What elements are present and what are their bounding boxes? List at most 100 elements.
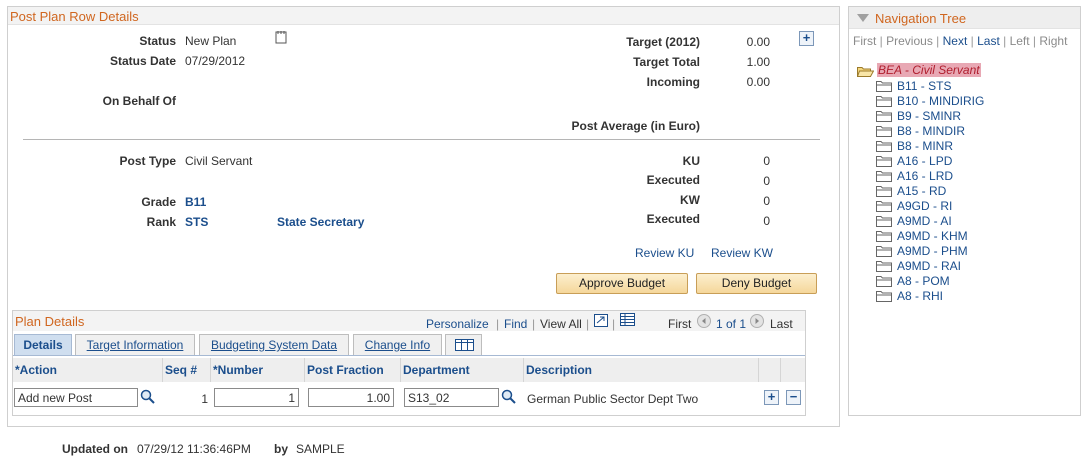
column-header-post-fraction[interactable]: Post Fraction (305, 358, 401, 382)
action-input[interactable] (14, 388, 138, 407)
search-icon[interactable] (140, 389, 156, 405)
tree-first-link[interactable]: First (853, 34, 876, 48)
status-date-value: 07/29/2012 (185, 54, 246, 68)
number-input[interactable] (214, 388, 299, 407)
tree-last-link[interactable]: Last (977, 34, 1000, 48)
grade-label: Grade (141, 195, 176, 209)
navigation-tree-header[interactable]: Navigation Tree (849, 7, 1080, 29)
kw-value: 0 (763, 194, 770, 208)
plan-details-title: Plan Details (15, 314, 85, 329)
status-date-label: Status Date (109, 54, 176, 68)
status-label: Status (139, 34, 176, 48)
target-value: 0.00 (746, 35, 770, 49)
folder-icon (876, 231, 892, 242)
post-fraction-input[interactable] (308, 388, 394, 407)
folder-icon (876, 141, 892, 152)
tab-show-all-columns[interactable] (445, 334, 482, 355)
tree-previous-link[interactable]: Previous (886, 34, 933, 48)
incoming-label: Incoming (646, 75, 700, 89)
rank-description-link[interactable]: State Secretary (277, 215, 364, 229)
triangle-down-icon[interactable] (857, 13, 869, 23)
on-behalf-of-label: On Behalf Of (102, 94, 176, 108)
add-row-button[interactable]: + (764, 390, 779, 405)
folder-icon (876, 126, 892, 137)
review-ku-link[interactable]: Review KU (635, 246, 694, 260)
tree-right-link[interactable]: Right (1039, 34, 1067, 48)
chevron-left-icon[interactable] (697, 314, 711, 328)
page-range: 1 of 1 (716, 317, 747, 331)
column-header-description[interactable]: Description (524, 358, 759, 382)
status-value: New Plan (185, 34, 237, 48)
post-type-label: Post Type (119, 154, 176, 168)
ku-executed-label: Executed (646, 173, 700, 187)
tab-target-information[interactable]: Target Information (75, 334, 195, 355)
view-all-link[interactable]: View All (540, 317, 582, 331)
tab-details[interactable]: Details (14, 334, 72, 355)
chevron-right-icon[interactable] (750, 314, 764, 328)
updated-on-value: 07/29/12 11:36:46PM (137, 442, 251, 456)
notepad-icon[interactable] (275, 30, 287, 44)
separator: | (586, 317, 590, 331)
separator: | (496, 317, 500, 331)
rank-link[interactable]: STS (185, 215, 208, 229)
updated-by-label: by (273, 442, 288, 456)
post-type-value: Civil Servant (185, 154, 253, 168)
ku-executed-value: 0 (763, 174, 770, 188)
plan-details-header: Plan Details Personalize | Find | View A… (13, 311, 805, 331)
column-header-number[interactable]: *Number (211, 358, 305, 382)
folder-icon (876, 216, 892, 227)
tree-next-link[interactable]: Next (943, 34, 968, 48)
navigation-tree-panel: Navigation Tree First | Previous | Next … (848, 6, 1081, 416)
approve-budget-button[interactable]: Approve Budget (556, 273, 688, 294)
minus-icon: − (789, 389, 798, 404)
separator: | (612, 317, 616, 331)
review-kw-link[interactable]: Review KW (711, 246, 773, 260)
tab-change-info[interactable]: Change Info (353, 334, 442, 355)
folder-icon (876, 261, 892, 272)
add-target-button[interactable]: + (799, 31, 814, 46)
seq-value: 1 (201, 392, 208, 406)
kw-executed-value: 0 (763, 214, 770, 228)
department-input[interactable] (404, 388, 499, 407)
personalize-link[interactable]: Personalize (426, 317, 489, 331)
updated-by-value: SAMPLE (296, 442, 345, 456)
target-label: Target (2012) (626, 35, 700, 49)
first-label[interactable]: First (668, 317, 691, 331)
grade-link[interactable]: B11 (185, 195, 206, 209)
delete-row-button[interactable]: − (786, 390, 801, 405)
folder-icon (876, 171, 892, 182)
column-header-department[interactable]: Department (401, 358, 524, 382)
folder-icon (876, 111, 892, 122)
folder-icon (876, 246, 892, 257)
column-header-seq[interactable]: Seq # (163, 358, 211, 382)
column-header-delete (781, 358, 805, 382)
folder-icon (876, 291, 892, 302)
folder-open-icon (857, 67, 874, 77)
folder-icon (876, 276, 892, 287)
folder-icon (876, 96, 892, 107)
post-panel-title: Post Plan Row Details (10, 9, 139, 24)
rank-label: Rank (146, 215, 176, 229)
tab-budgeting-system-data[interactable]: Budgeting System Data (199, 334, 349, 355)
find-link[interactable]: Find (504, 317, 527, 331)
post-panel-header: Post Plan Row Details (8, 7, 839, 25)
kw-executed-label: Executed (646, 212, 700, 226)
folder-icon (876, 186, 892, 197)
tree-left-link[interactable]: Left (1010, 34, 1030, 48)
navigation-tree-title: Navigation Tree (875, 11, 967, 26)
updated-on-label: Updated on (62, 442, 128, 456)
column-header-action[interactable]: *Action (13, 358, 163, 382)
show-all-columns-icon (455, 339, 474, 351)
ku-value: 0 (763, 154, 770, 168)
download-icon[interactable] (594, 314, 608, 327)
last-label[interactable]: Last (770, 317, 793, 331)
section-divider (23, 139, 820, 140)
folder-icon (876, 156, 892, 167)
search-icon[interactable] (501, 389, 517, 405)
column-header-add (759, 358, 781, 382)
grid-icon[interactable] (620, 313, 635, 326)
kw-label: KW (680, 193, 700, 207)
deny-budget-button[interactable]: Deny Budget (696, 273, 817, 294)
plus-icon: + (767, 389, 776, 404)
incoming-value: 0.00 (746, 75, 770, 89)
